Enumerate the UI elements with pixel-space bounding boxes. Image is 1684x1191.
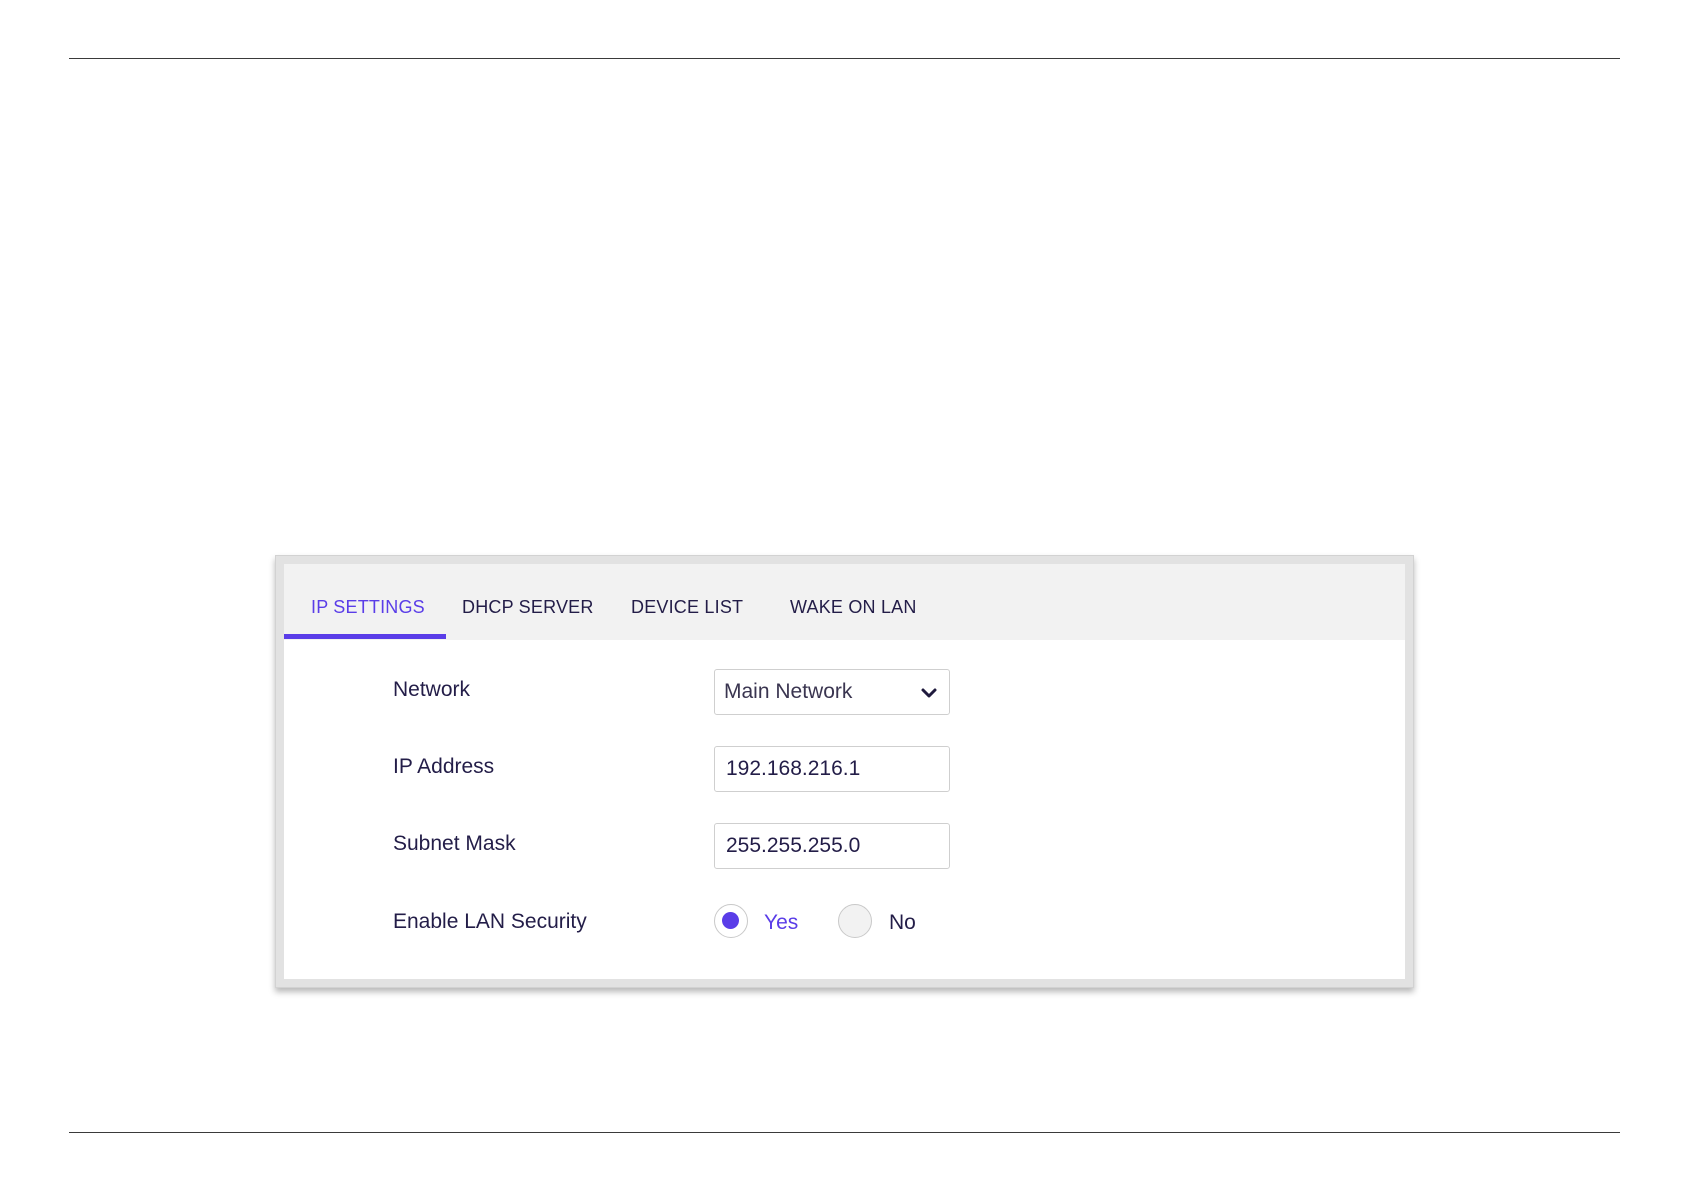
radio-selected-dot xyxy=(722,912,739,929)
page-header-rule xyxy=(69,58,1620,59)
lan-security-label: Enable LAN Security xyxy=(393,910,587,933)
ip-address-label: IP Address xyxy=(393,755,495,778)
ip-settings-form: Network Main Network IP Address 192.168.… xyxy=(284,640,1405,979)
lan-security-yes-label[interactable]: Yes xyxy=(764,911,798,935)
lan-security-no-radio[interactable] xyxy=(838,904,872,938)
lan-security-no-label[interactable]: No xyxy=(889,911,916,935)
ip-address-input[interactable]: 192.168.216.1 xyxy=(714,746,950,792)
tab-device-list[interactable]: DEVICE LIST xyxy=(631,564,743,640)
tab-bar: IP SETTINGS DHCP SERVER DEVICE LIST WAKE… xyxy=(284,564,1405,640)
subnet-mask-label: Subnet Mask xyxy=(393,832,516,855)
subnet-mask-input[interactable]: 255.255.255.0 xyxy=(714,823,950,869)
tab-ip-settings[interactable]: IP SETTINGS xyxy=(311,564,425,640)
network-select[interactable]: Main Network xyxy=(714,669,950,715)
page-footer-rule xyxy=(69,1132,1620,1133)
tab-dhcp-server[interactable]: DHCP SERVER xyxy=(462,564,594,640)
network-select-value: Main Network xyxy=(724,680,853,703)
network-label: Network xyxy=(393,678,471,701)
lan-settings-panel: IP SETTINGS DHCP SERVER DEVICE LIST WAKE… xyxy=(275,555,1414,988)
tab-wake-on-lan[interactable]: WAKE ON LAN xyxy=(790,564,917,640)
chevron-down-icon xyxy=(921,688,937,698)
lan-security-yes-radio[interactable] xyxy=(714,904,748,938)
active-tab-indicator xyxy=(284,634,446,639)
